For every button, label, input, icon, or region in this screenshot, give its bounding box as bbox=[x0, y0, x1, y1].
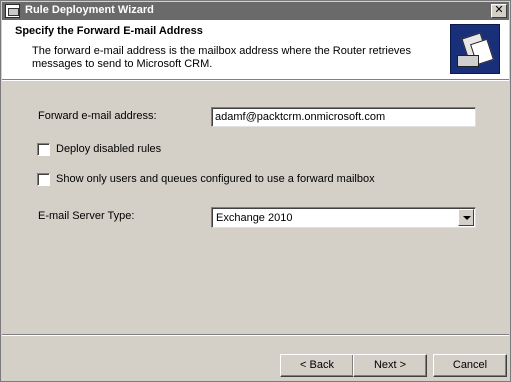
mailbox-icon bbox=[457, 55, 479, 67]
page-heading: Specify the Forward E-mail Address bbox=[15, 25, 203, 37]
wizard-app-icon bbox=[5, 4, 20, 18]
show-forward-mailbox-only-option[interactable]: Show only users and queues configured to… bbox=[37, 173, 377, 187]
header-divider bbox=[2, 79, 509, 81]
wizard-header: Specify the Forward E-mail Address The f… bbox=[2, 20, 509, 79]
cancel-button[interactable]: Cancel bbox=[433, 354, 507, 377]
deploy-disabled-rules-label[interactable]: Deploy disabled rules bbox=[56, 143, 161, 155]
back-button[interactable]: < Back bbox=[280, 354, 354, 377]
email-server-type-label: E-mail Server Type: bbox=[38, 210, 135, 222]
show-forward-mailbox-only-label[interactable]: Show only users and queues configured to… bbox=[56, 173, 375, 185]
close-button[interactable]: ✕ bbox=[491, 4, 507, 18]
footer-divider bbox=[2, 334, 509, 336]
show-forward-mailbox-only-checkbox[interactable] bbox=[37, 173, 50, 186]
rule-deployment-wizard-window: Rule Deployment Wizard ✕ Specify the For… bbox=[0, 0, 511, 382]
page-description: The forward e-mail address is the mailbo… bbox=[32, 45, 412, 70]
title-bar: Rule Deployment Wizard ✕ bbox=[2, 2, 509, 20]
email-server-type-select[interactable]: Exchange 2010 bbox=[211, 207, 476, 228]
deploy-disabled-rules-option[interactable]: Deploy disabled rules bbox=[37, 143, 177, 157]
email-server-type-value[interactable]: Exchange 2010 bbox=[216, 212, 292, 224]
forward-email-input[interactable]: adamf@packtcrm.onmicrosoft.com bbox=[211, 107, 476, 127]
envelope-documents-icon bbox=[450, 24, 500, 74]
window-title: Rule Deployment Wizard bbox=[25, 4, 154, 16]
forward-email-label: Forward e-mail address: bbox=[38, 110, 157, 122]
chevron-down-icon[interactable] bbox=[458, 209, 474, 226]
next-button[interactable]: Next > bbox=[353, 354, 427, 377]
deploy-disabled-rules-checkbox[interactable] bbox=[37, 143, 50, 156]
